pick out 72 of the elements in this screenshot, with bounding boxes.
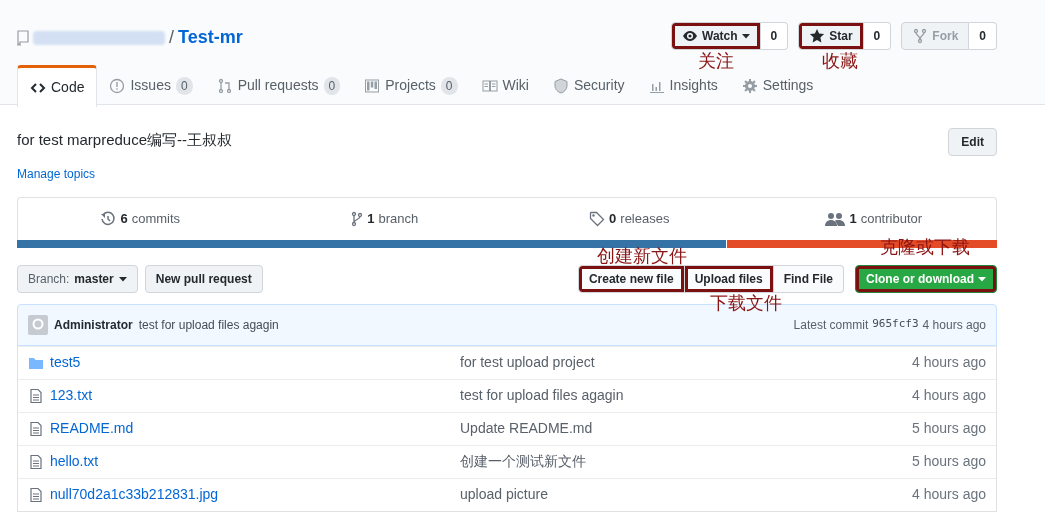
repo-icon	[17, 29, 29, 46]
path-separator: /	[169, 26, 174, 49]
file-age: 5 hours ago	[912, 452, 986, 471]
file-name-link[interactable]: README.md	[50, 418, 134, 439]
repo-tab[interactable]: Wiki	[469, 65, 541, 106]
caret-icon	[978, 274, 986, 283]
commit-author-link[interactable]: Administrator	[54, 315, 133, 334]
tag-icon	[589, 210, 606, 227]
file-icon	[28, 453, 44, 470]
file-commit-message[interactable]: Update README.md	[460, 418, 913, 439]
latest-commit-label: Latest commit	[793, 316, 869, 334]
file-name-link[interactable]: test5	[50, 352, 81, 373]
file-name-link[interactable]: hello.txt	[50, 451, 99, 472]
annotation-label: 收藏	[822, 52, 858, 70]
file-age: 5 hours ago	[912, 419, 986, 438]
new-pull-request-button[interactable]: New pull request	[144, 264, 263, 293]
people-icon	[825, 210, 846, 227]
repo-tab[interactable]: Projects 0	[352, 65, 470, 106]
file-icon	[28, 420, 44, 437]
fork-icon	[912, 27, 929, 44]
star-button[interactable]: Star	[798, 21, 864, 50]
file-age: 4 hours ago	[912, 353, 986, 372]
repo-tab[interactable]: Security	[540, 65, 637, 106]
commit-message: test for upload files agagin	[138, 316, 279, 334]
watch-button[interactable]: Watch	[671, 21, 761, 50]
stat-link[interactable]: 1 branch	[262, 197, 507, 240]
repo-tab[interactable]: Pull requests 0	[204, 65, 353, 106]
pull-request-icon	[216, 77, 233, 94]
commit-time: 4 hours ago	[922, 316, 986, 334]
file-commit-message[interactable]: 创建一个测试新文件	[460, 451, 913, 472]
file-action-button[interactable]: Upload files	[684, 264, 774, 293]
file-icon	[28, 486, 44, 503]
file-commit-message[interactable]: test for upload files agagin	[460, 385, 913, 406]
tab-counter: 0	[323, 76, 341, 95]
caret-icon	[118, 274, 127, 283]
file-action-button[interactable]: Find File	[773, 264, 844, 293]
file-age: 4 hours ago	[912, 386, 986, 405]
shield-icon	[552, 77, 569, 94]
annotation-label: 关注	[698, 52, 734, 70]
settings-icon	[741, 77, 758, 94]
file-name-link[interactable]: null70d2a1c33b212831.jpg	[50, 484, 219, 505]
annotation-label: 下载文件	[710, 294, 782, 312]
file-commit-message[interactable]: upload picture	[460, 484, 913, 505]
edit-button[interactable]: Edit	[948, 128, 997, 156]
board-icon	[364, 77, 381, 94]
branch-select[interactable]: Branch: master	[17, 264, 138, 293]
repo-name-link[interactable]: Test-mr	[178, 24, 243, 51]
branch-icon	[351, 210, 364, 227]
commit-sha-link[interactable]: 965fcf3	[872, 316, 919, 333]
count-badge: 0	[760, 21, 789, 50]
file-name-link[interactable]: 123.txt	[50, 385, 93, 406]
star-icon	[809, 27, 826, 44]
stat-link[interactable]: 6 commits	[18, 197, 263, 240]
file-action-button[interactable]: Create new file	[577, 264, 685, 293]
count-badge: 0	[969, 21, 997, 50]
file-age: 4 hours ago	[912, 485, 986, 504]
history-icon	[100, 210, 117, 227]
file-commit-message[interactable]: for test upload project	[460, 352, 913, 373]
stat-link[interactable]: 0 releases	[507, 197, 752, 240]
count-badge: 0	[863, 21, 892, 50]
exclamation-circle-icon	[109, 77, 126, 94]
repo-tab[interactable]: Code	[17, 65, 98, 107]
caret-icon	[741, 31, 750, 40]
tab-counter: 0	[175, 76, 193, 95]
tab-counter: 0	[440, 76, 458, 95]
repo-tab[interactable]: Issues 0	[97, 65, 205, 106]
manage-topics-link[interactable]: Manage topics	[17, 164, 233, 183]
book-icon	[481, 77, 498, 94]
file-icon	[28, 387, 44, 404]
avatar-icon	[28, 314, 48, 335]
annotation-label: 创建新文件	[597, 247, 687, 265]
repo-description: for test marpreduce编写--王叔叔	[17, 130, 233, 150]
